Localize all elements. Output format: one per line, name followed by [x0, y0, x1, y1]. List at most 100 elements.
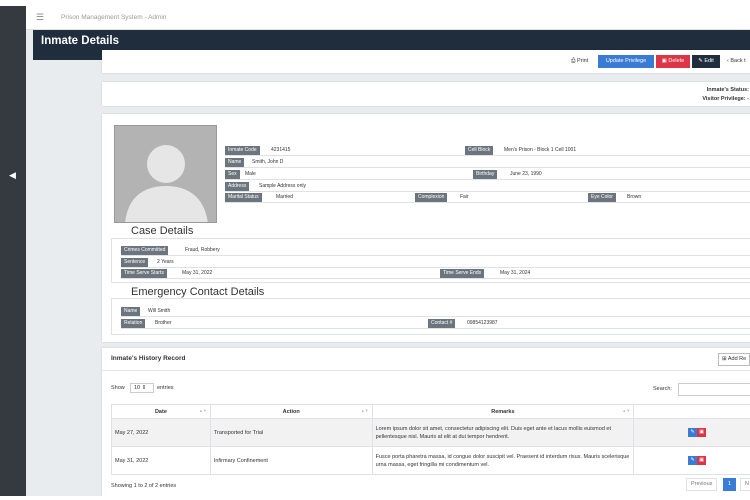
relation-label: Relation [121, 319, 146, 328]
divider [121, 328, 750, 329]
column-header-date[interactable]: Date ▲▼ [111, 404, 211, 419]
name-value: Smith, John D [252, 159, 284, 165]
menu-icon[interactable]: ☰ [36, 12, 44, 23]
print-label: Print [576, 58, 589, 64]
cell-action: Transported for Trial [209, 418, 373, 447]
divider [102, 370, 750, 371]
marital-status-label: Marital Status [225, 193, 262, 202]
time-serve-ends-value: May 31, 2024 [500, 270, 531, 276]
time-serve-starts-label: Time Serve Starts [121, 269, 167, 278]
back-button[interactable]: ‹ Back t [724, 55, 749, 68]
column-header-action-label: Action [282, 408, 300, 415]
pagination-page-1[interactable]: 1 [723, 478, 737, 491]
edit-row-button[interactable]: ✎ [688, 428, 698, 437]
pagination-next[interactable]: N [740, 478, 750, 491]
table-row: May 31, 2022 Infirmary Confinement Fusce… [111, 446, 750, 475]
sex-value: Male [245, 171, 256, 177]
inmate-status-label: Inmate's Status: [706, 87, 749, 93]
sort-icon: ▲▼ [622, 408, 631, 413]
show-label: Show [111, 385, 125, 391]
back-label: Back t [730, 58, 746, 64]
app-window: ◀ ☰ Prison Management System - Admin Inm… [0, 6, 750, 496]
divider [121, 316, 750, 317]
divider [121, 255, 750, 256]
divider [225, 155, 750, 156]
time-serve-ends-label: Time Serve Ends [440, 269, 485, 278]
user-silhouette-icon [115, 126, 216, 222]
add-record-label: Add Re [727, 356, 747, 362]
cell-date: May 27, 2022 [111, 418, 211, 447]
complexion-label: Complexion [415, 193, 448, 202]
app-title: Prison Management System - Admin [61, 14, 167, 21]
contact-number-label: Contact # [428, 319, 456, 328]
history-table: Date ▲▼ Action ▲▼ Remarks ▲▼ May 27, 2022 T… [111, 404, 750, 475]
sex-label: Sex [225, 170, 240, 179]
history-card: Inmate's History Record ⊞ Add Re Show 10… [102, 348, 750, 496]
column-header-remarks[interactable]: Remarks ▲▼ [371, 404, 635, 419]
entries-select[interactable]: 10 ⇕ [130, 383, 154, 393]
cell-action: Infirmary Confinement [209, 446, 373, 475]
delete-button[interactable]: ▣ Delete [656, 55, 690, 68]
entries-label: entries [157, 385, 174, 391]
chevron-left-icon[interactable]: ◀ [9, 170, 16, 181]
page-title: Inmate Details [41, 35, 119, 47]
inmate-code-value: 4231415 [271, 147, 291, 153]
sort-icon: ▲▼ [360, 408, 369, 413]
topbar: ☰ Prison Management System - Admin [26, 6, 750, 30]
add-record-button[interactable]: ⊞ Add Re [718, 353, 750, 366]
address-value: Sample Address only [259, 183, 306, 189]
delete-row-button[interactable]: ▣ [697, 456, 707, 465]
cell-block-label: Cell Block [465, 146, 494, 155]
birthday-label: Birthday [473, 170, 498, 179]
edit-row-button[interactable]: ✎ [688, 456, 698, 465]
sort-icon: ⇕ [141, 385, 147, 391]
contact-name-label: Name [121, 307, 141, 316]
marital-status-value: Married [276, 194, 293, 200]
sentence-label: Sentence [121, 258, 149, 267]
visitor-privilege-label: Visitor Privilege: - [702, 96, 749, 102]
pagination-previous[interactable]: Previous [686, 478, 718, 491]
emergency-contact-title: Emergency Contact Details [127, 286, 269, 298]
column-header-action[interactable]: Action ▲▼ [209, 404, 373, 419]
update-privilege-button[interactable]: Update Privilege [598, 55, 654, 68]
delete-row-button[interactable]: ▣ [697, 428, 707, 437]
inmate-photo [114, 125, 217, 223]
eye-color-label: Eye Color [588, 193, 616, 202]
time-serve-starts-value: May 31, 2022 [182, 270, 213, 276]
complexion-value: Fair [460, 194, 469, 200]
entries-value: 10 [134, 385, 141, 391]
inmate-code-label: Inmate Code [225, 146, 260, 155]
divider [225, 179, 750, 180]
cell-actions: ✎ ▣ [633, 418, 750, 447]
case-details-title: Case Details [127, 225, 198, 237]
cell-date: May 31, 2022 [111, 446, 211, 475]
search-input[interactable] [678, 383, 750, 396]
table-header-row: Date ▲▼ Action ▲▼ Remarks ▲▼ [111, 404, 750, 419]
table-row: May 27, 2022 Transported for Trial Lorem… [111, 418, 750, 447]
column-header-actions [633, 404, 750, 419]
edit-label: Edit [704, 58, 714, 64]
contact-number-value: 09854123987 [467, 320, 498, 326]
divider [121, 267, 750, 268]
crimes-label: Crimes Committed [121, 246, 169, 255]
divider [225, 167, 750, 168]
toolbar-card: ⎙ Print Update Privilege ▣ Delete ✎ Edit… [102, 50, 750, 73]
cell-block-value: Men's Prison - Block 1 Cell 1001 [504, 147, 577, 153]
status-card: Inmate's Status: Visitor Privilege: - [102, 82, 750, 106]
edit-button[interactable]: ✎ Edit [692, 55, 720, 68]
name-label: Name [225, 158, 245, 167]
divider [225, 202, 750, 203]
column-header-date-label: Date [154, 408, 167, 415]
cell-actions: ✎ ▣ [633, 446, 750, 475]
sidebar: ◀ [0, 6, 26, 496]
cell-remarks: Lorem ipsum dolor sit amet, consectetur … [371, 418, 635, 447]
showing-entries-text: Showing 1 to 2 of 2 entries [111, 483, 177, 489]
divider [225, 191, 750, 192]
relation-value: Brother [155, 320, 172, 326]
column-header-remarks-label: Remarks [491, 408, 515, 415]
eye-color-value: Brown [627, 194, 642, 200]
inmate-details-card: Inmate Code 4231415 Cell Block Men's Pri… [102, 114, 750, 342]
cell-remarks: Fusce porta pharetra massa, id congue do… [371, 446, 635, 475]
history-title: Inmate's History Record [111, 355, 186, 362]
print-button[interactable]: ⎙ Print [568, 55, 591, 68]
